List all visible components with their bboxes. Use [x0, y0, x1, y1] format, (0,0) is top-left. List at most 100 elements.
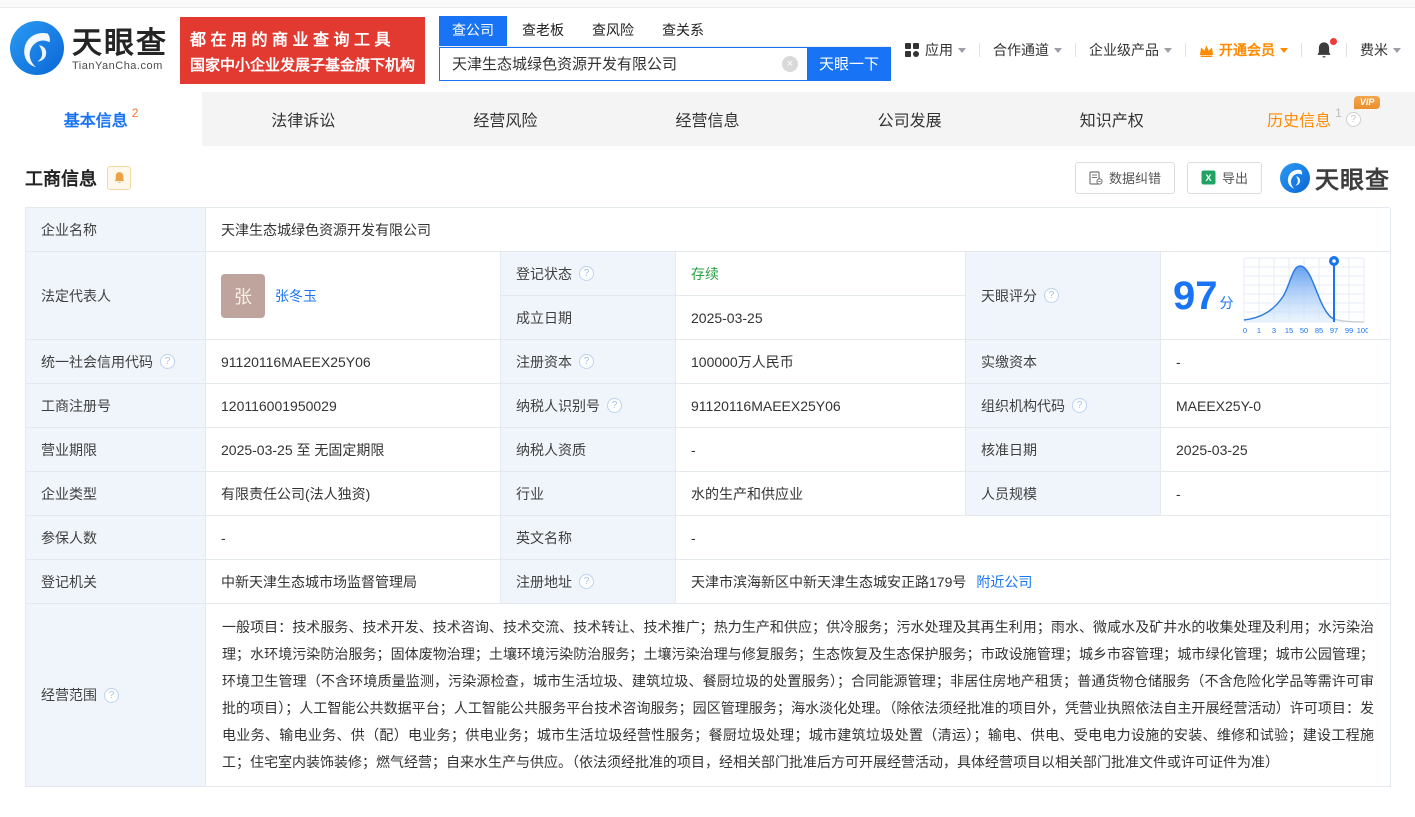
clear-search-icon[interactable]: ×	[782, 55, 799, 72]
data-correction-label: 数据纠错	[1108, 171, 1161, 186]
legal-rep-link[interactable]: 张冬玉	[275, 286, 317, 306]
table-row: 工商注册号 120116001950029 纳税人识别号 ? 91120116M…	[26, 384, 1391, 428]
chevron-down-icon	[1280, 47, 1288, 53]
nearby-companies-link[interactable]: 附近公司	[976, 572, 1032, 592]
table-row: 登记状态 ? 存续	[501, 252, 966, 296]
industry-value: 水的生产和供应业	[676, 472, 966, 516]
brand-domain: TianYanCha.com	[72, 59, 163, 72]
tab-history-info[interactable]: VIP 历史信息 1 ?	[1213, 92, 1415, 146]
field-label: 注册地址 ?	[501, 560, 676, 604]
svg-text:15: 15	[1284, 326, 1292, 335]
staff-size-value: -	[1161, 472, 1391, 516]
field-label-text: 统一社会信用代码	[41, 353, 153, 370]
tab-label: 公司发展	[877, 113, 942, 130]
nav-vip-label: 开通会员	[1219, 42, 1275, 58]
tab-label: 经营信息	[675, 113, 740, 130]
nav-divider	[1185, 43, 1186, 57]
tab-label: 基本信息	[63, 113, 128, 130]
field-label: 成立日期	[501, 296, 676, 340]
export-button[interactable]: X 导出	[1186, 161, 1262, 194]
business-info-header: 工商信息 数据纠错 X 导出 天眼查	[25, 160, 1390, 195]
help-icon[interactable]: ?	[104, 687, 119, 703]
tianyancha-watermark: 天眼查	[1280, 160, 1390, 195]
reg-authority-value: 中新天津生态城市场监督管理局	[206, 560, 501, 604]
english-name-value: -	[676, 516, 1391, 560]
search-tab-company[interactable]: 查公司	[439, 15, 508, 46]
help-icon[interactable]: ?	[1072, 398, 1087, 413]
tab-label: 经营风险	[473, 113, 538, 130]
chevron-down-icon	[1054, 47, 1062, 53]
reg-address-cell: 天津市滨海新区中新天津生态城安正路179号 附近公司	[676, 560, 1391, 604]
help-icon[interactable]: ?	[160, 354, 175, 369]
nav-user-label: 费米	[1360, 42, 1388, 58]
tab-operating-info[interactable]: 经营信息	[606, 92, 808, 146]
field-label-text: 登记状态	[516, 265, 572, 282]
search-input[interactable]	[440, 55, 808, 72]
nav-user[interactable]: 费米	[1360, 40, 1401, 60]
paid-capital-value: -	[1161, 340, 1391, 384]
search-submit-button[interactable]: 天眼一下	[807, 46, 892, 81]
field-label-text: 注册资本	[516, 353, 572, 370]
nav-enterprise[interactable]: 企业级产品	[1089, 40, 1172, 60]
site-header: 天眼查 TianYanCha.com 都在用的商业查询工具 国家中小企业发展子基…	[0, 8, 1415, 92]
nav-apps[interactable]: 应用	[905, 40, 966, 60]
subscribe-bell-icon[interactable]	[107, 165, 131, 190]
search-tab-risk[interactable]: 查风险	[592, 16, 634, 46]
svg-text:50: 50	[1299, 326, 1307, 335]
search-row: × 天眼一下	[439, 46, 892, 81]
help-icon[interactable]: ?	[579, 266, 594, 281]
help-icon[interactable]: ?	[1345, 111, 1361, 127]
help-icon[interactable]: ?	[579, 574, 594, 589]
table-row: 企业名称 天津生态城绿色资源开发有限公司	[26, 208, 1391, 252]
notifications-bell-icon[interactable]	[1315, 37, 1337, 60]
help-icon[interactable]: ?	[579, 354, 594, 369]
tab-count: 1	[1335, 106, 1342, 120]
help-icon[interactable]: ?	[607, 398, 622, 413]
tab-label: 历史信息	[1267, 113, 1332, 130]
search-tab-boss[interactable]: 查老板	[522, 16, 564, 46]
data-correction-button[interactable]: 数据纠错	[1074, 161, 1175, 194]
tab-legal-proceedings[interactable]: 法律诉讼	[202, 92, 404, 146]
field-label: 组织机构代码 ?	[966, 384, 1161, 428]
field-label: 营业期限	[26, 428, 206, 472]
svg-text:0: 0	[1242, 326, 1246, 335]
tab-label: 知识产权	[1079, 113, 1144, 130]
field-label: 登记状态 ?	[501, 252, 676, 296]
search-tab-relation[interactable]: 查关系	[662, 16, 704, 46]
nav-vip-upgrade[interactable]: 开通会员	[1199, 40, 1288, 60]
tab-basic-info[interactable]: 基本信息 2	[0, 92, 203, 146]
table-row: 营业期限 2025-03-25 至 无固定期限 纳税人资质 - 核准日期 202…	[26, 428, 1391, 472]
nav-divider	[1346, 43, 1347, 57]
nav-enterprise-label: 企业级产品	[1089, 42, 1159, 58]
field-label-text: 经营范围	[41, 687, 97, 703]
field-label: 企业类型	[26, 472, 206, 516]
field-label: 核准日期	[966, 428, 1161, 472]
tianyancha-logo[interactable]: 天眼查 TianYanCha.com	[10, 20, 168, 80]
org-code-value: MAEEX25Y-0	[1161, 384, 1391, 428]
avatar[interactable]: 张	[221, 273, 265, 318]
tab-company-development[interactable]: 公司发展	[809, 92, 1011, 146]
table-row: 成立日期 2025-03-25	[501, 296, 966, 340]
nav-divider	[1301, 43, 1302, 57]
nav-partner[interactable]: 合作通道	[993, 40, 1062, 60]
chevron-down-icon	[1164, 47, 1172, 53]
table-row: 法定代表人 张 张冬玉 登记状态 ? 存续 成立日期 2025-03-25 天眼…	[26, 252, 1391, 340]
score-cell: 97 分 0 1 3 15 50 85 97 99 100	[1161, 252, 1391, 340]
nav-divider	[1075, 43, 1076, 57]
vip-badge: VIP	[1353, 96, 1381, 109]
tianyancha-logo-icon	[1280, 162, 1310, 193]
notification-dot	[1330, 37, 1337, 45]
field-label: 行业	[501, 472, 676, 516]
table-row: 企业类型 有限责任公司(法人独资) 行业 水的生产和供应业 人员规模 -	[26, 472, 1391, 516]
section-title: 工商信息	[25, 168, 97, 189]
brand-name: 天眼查	[72, 27, 168, 61]
help-icon[interactable]: ?	[1044, 288, 1059, 303]
page-top-divider	[0, 0, 1415, 8]
reg-capital-value: 100000万人民币	[676, 340, 966, 384]
field-label: 实缴资本	[966, 340, 1161, 384]
tab-operating-risk[interactable]: 经营风险	[404, 92, 606, 146]
header-actions: 数据纠错 X 导出 天眼查	[1063, 160, 1390, 195]
table-row: 登记机关 中新天津生态城市场监督管理局 注册地址 ? 天津市滨海新区中新天津生态…	[26, 560, 1391, 604]
field-label-text: 组织机构代码	[981, 397, 1065, 414]
tab-intellectual-property[interactable]: 知识产权	[1011, 92, 1213, 146]
